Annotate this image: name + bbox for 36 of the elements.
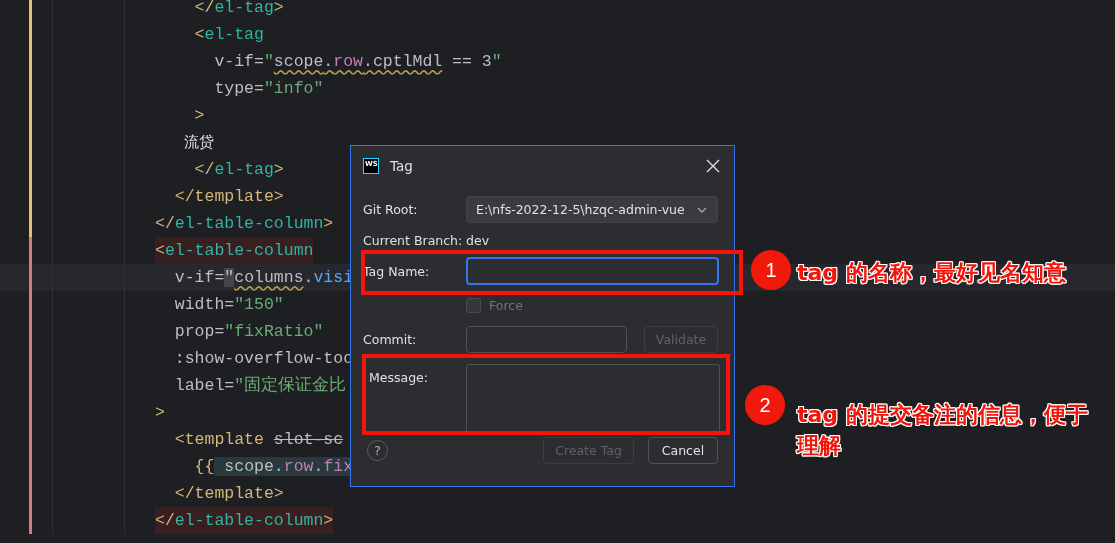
code-line: </template>: [173, 186, 284, 208]
code-line: </el-tag>: [193, 159, 284, 181]
code-line: >: [193, 105, 205, 127]
commit-field[interactable]: [466, 326, 627, 353]
field-label: Git Root:: [363, 202, 419, 217]
code-line: </template>: [173, 483, 284, 505]
field-label: Current Branch:: [363, 232, 464, 248]
step-number: 2: [745, 385, 785, 425]
code-line: :show-overflow-too: [173, 348, 354, 370]
code-line: v-if="scope.row.cptlMdl == 3": [213, 51, 502, 73]
branch-name: dev: [466, 232, 491, 248]
code-line: v-if="columns.visi: [173, 267, 354, 289]
step-number: 1: [751, 250, 791, 290]
annotation-text: tag 的提交备注的信息，便于理解: [797, 401, 1089, 460]
tag-name-field[interactable]: [466, 257, 719, 285]
dialog-title: Tag: [390, 158, 413, 174]
code-line: <template slot-sc: [173, 429, 344, 451]
dialog-button[interactable]: Cancel: [648, 437, 718, 464]
git-root-dropdown[interactable]: E:\nfs-2022-12-5\hzqc-admin-vue: [466, 196, 718, 223]
code-line: width="150": [173, 294, 284, 316]
code-line: </el-table-column>: [155, 213, 334, 235]
code-line: >: [155, 402, 165, 424]
code-line: </el-tag>: [193, 0, 284, 19]
message-field[interactable]: [466, 364, 720, 434]
field-label: Tag Name:: [363, 263, 431, 279]
code-line: 流贷: [182, 132, 214, 153]
code-line: type="info": [213, 78, 324, 100]
code-line: label="固定保证金比: [173, 374, 347, 397]
close-icon[interactable]: [706, 159, 720, 173]
checkbox-label: Force: [489, 298, 523, 313]
field-label: Message:: [369, 370, 429, 385]
annotation-text: tag 的名称，最好见名知意: [797, 259, 1067, 287]
chevron-down-icon: [697, 206, 707, 213]
field-label: Commit:: [363, 332, 418, 347]
code-line: <el-tag: [193, 24, 264, 46]
code-line: prop="fixRatio": [173, 321, 324, 343]
